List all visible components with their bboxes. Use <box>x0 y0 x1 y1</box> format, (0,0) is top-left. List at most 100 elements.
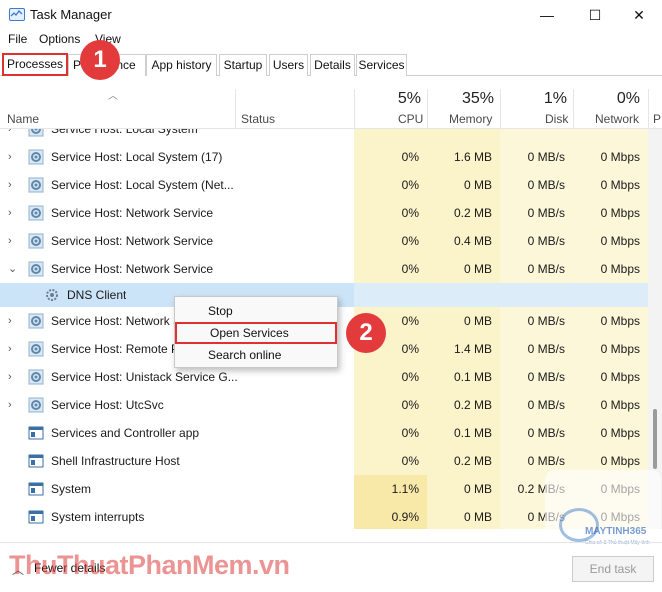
cpu-cell: 0% <box>354 143 427 171</box>
process-row[interactable]: › Service Host: Local System (Net... 0% 0 M… <box>0 171 662 199</box>
process-row[interactable]: › Service Host: UtcSvc 0% 0.2 MB 0 MB/s 0 Mbp… <box>0 391 662 419</box>
column-name[interactable]: Name <box>7 112 39 126</box>
disk-cell: 0 MB/s <box>500 255 573 283</box>
cpu-cell: 0% <box>354 227 427 255</box>
network-cell: 0 Mbps <box>573 419 648 447</box>
chevron-right-icon[interactable]: › <box>8 199 12 227</box>
cpu-cell: 0% <box>354 255 427 283</box>
network-cell: 0 Mbps <box>573 227 648 255</box>
disk-cell: 0 MB/s <box>500 227 573 255</box>
network-cell <box>573 283 648 307</box>
network-cell: 0 Mbps <box>573 199 648 227</box>
chevron-right-icon[interactable]: › <box>8 307 12 335</box>
maximize-button[interactable]: ☐ <box>572 0 618 30</box>
scrollbar-thumb[interactable] <box>653 409 657 469</box>
task-manager-window: Task Manager — ☐ ✕ File Options View Pro… <box>0 0 662 592</box>
column-status[interactable]: Status <box>241 112 275 126</box>
column-divider <box>235 89 236 129</box>
tab-processes[interactable]: Processes <box>2 53 68 76</box>
chevron-down-icon[interactable]: ⌄ <box>8 255 17 283</box>
task-manager-app-icon <box>9 8 25 21</box>
service-host-icon <box>28 205 44 221</box>
network-cell: 0 Mbps <box>573 363 648 391</box>
chevron-right-icon[interactable]: › <box>8 171 12 199</box>
service-gear-icon <box>44 287 60 303</box>
disk-cell: 0 MB/s <box>500 391 573 419</box>
column-power[interactable]: P <box>653 112 661 126</box>
memory-cell: 0 MB <box>427 255 500 283</box>
tab-services[interactable]: Services <box>356 54 407 76</box>
end-task-button[interactable]: End task <box>572 556 654 582</box>
chevron-right-icon[interactable]: › <box>8 143 12 171</box>
column-divider <box>648 89 649 129</box>
service-host-icon <box>28 313 44 329</box>
process-row[interactable]: ⌄ Service Host: Network Service 0% 0 MB 0 MB… <box>0 255 662 283</box>
tab-details[interactable]: Details <box>310 54 355 76</box>
column-header: ︿ Name Status 5% CPU 35% Memory 1% Disk … <box>0 77 662 129</box>
process-row[interactable]: › Service Host: Local System (17) 0% 1.6 MB… <box>0 143 662 171</box>
process-name: Services and Controller app <box>51 426 200 440</box>
app-window-icon <box>28 425 44 441</box>
memory-cell: 0.2 MB <box>427 391 500 419</box>
column-network[interactable]: Network <box>595 112 639 126</box>
service-host-icon <box>28 149 44 165</box>
memory-cell: 0 MB <box>427 475 500 503</box>
tab-startup[interactable]: Startup <box>219 54 267 76</box>
disk-cell: 0 MB/s <box>500 171 573 199</box>
chevron-right-icon[interactable]: › <box>8 227 12 255</box>
window-title: Task Manager <box>30 7 112 22</box>
memory-cell: 1.6 MB <box>427 143 500 171</box>
process-name: Service Host: Local System (17) <box>51 150 223 164</box>
menu-file[interactable]: File <box>8 32 27 46</box>
minimize-button[interactable]: — <box>524 0 570 30</box>
chevron-right-icon[interactable]: › <box>8 129 12 143</box>
column-disk[interactable]: Disk <box>545 112 568 126</box>
chevron-right-icon[interactable]: › <box>8 391 12 419</box>
service-host-icon <box>28 397 44 413</box>
chevron-right-icon[interactable]: › <box>8 363 12 391</box>
service-host-icon <box>28 341 44 357</box>
column-cpu[interactable]: CPU <box>398 112 423 126</box>
context-menu-search-online[interactable]: Search online <box>175 344 337 366</box>
network-total: 0% <box>616 90 640 107</box>
memory-cell: 1.4 MB <box>427 335 500 363</box>
cpu-cell <box>354 283 427 307</box>
process-name: System <box>51 482 92 496</box>
tab-app-history[interactable]: App history <box>146 54 217 76</box>
context-menu-open-services[interactable]: Open Services <box>175 322 337 344</box>
memory-cell: 0.1 MB <box>427 363 500 391</box>
step-badge-1: 1 <box>80 40 120 80</box>
context-menu: Stop Open Services Search online <box>174 296 338 368</box>
process-name: Service Host: Network Service <box>51 206 214 220</box>
memory-total: 35% <box>461 90 494 107</box>
process-row[interactable]: › Service Host: Network Service 0% 0.4 MB 0 … <box>0 227 662 255</box>
process-name: Service Host: Network Service <box>51 262 214 276</box>
process-row[interactable]: › Service Host: Local System <box>0 129 662 143</box>
context-menu-stop[interactable]: Stop <box>175 300 337 322</box>
memory-cell <box>427 129 500 143</box>
vertical-scrollbar[interactable] <box>648 129 662 529</box>
process-name: DNS Client <box>67 288 127 302</box>
thuthuatphanmem-watermark: ThuThuatPhanMem.vn <box>9 550 290 580</box>
step-badge-2: 2 <box>346 313 386 353</box>
service-host-icon <box>28 369 44 385</box>
menu-options[interactable]: Options <box>39 32 80 46</box>
process-row[interactable]: Services and Controller app 0% 0.1 MB 0 MB/… <box>0 419 662 447</box>
tab-users[interactable]: Users <box>269 54 308 76</box>
cpu-cell: 0% <box>354 419 427 447</box>
sort-up-icon: ︿ <box>108 91 118 102</box>
cpu-cell: 0% <box>354 391 427 419</box>
app-window-icon <box>28 509 44 525</box>
network-cell: 0 Mbps <box>573 171 648 199</box>
process-name: Service Host: Local System <box>51 129 198 136</box>
cpu-cell: 0.9% <box>354 503 427 529</box>
cpu-cell <box>354 129 427 143</box>
disk-cell: 0 MB/s <box>500 199 573 227</box>
column-memory[interactable]: Memory <box>449 112 492 126</box>
service-host-icon <box>28 233 44 249</box>
chevron-right-icon[interactable]: › <box>8 335 12 363</box>
cpu-cell: 0% <box>354 447 427 475</box>
service-host-icon <box>28 261 44 277</box>
close-button[interactable]: ✕ <box>616 0 662 30</box>
process-row[interactable]: › Service Host: Network Service 0% 0.2 MB 0 … <box>0 199 662 227</box>
